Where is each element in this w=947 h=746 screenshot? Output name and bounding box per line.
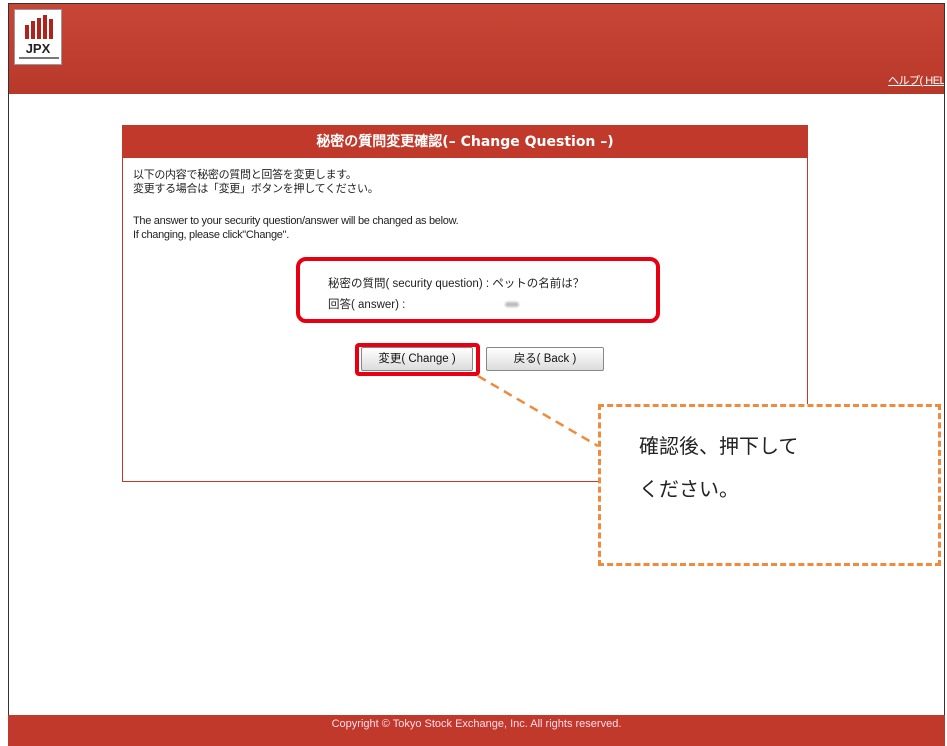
message-jp-line2: 変更する場合は「変更」ボタンを押してください。 <box>133 183 379 195</box>
question-highlight-box <box>296 257 660 323</box>
instruction-callout: 確認後、押下して ください。 <box>598 404 941 566</box>
callout-line1: 確認後、押下して <box>639 434 799 458</box>
message-jp-line1: 以下の内容で秘密の質問と回答を変更します。 <box>133 169 357 181</box>
change-button-highlight <box>355 343 480 376</box>
message-japanese: 以下の内容で秘密の質問と回答を変更します。 変更する場合は「変更」ボタンを押して… <box>133 168 379 196</box>
header-bar: JPX ヘルプ( HELP <box>9 4 944 94</box>
callout-line2: ください。 <box>639 477 739 501</box>
message-en-line1: The answer to your security question/ans… <box>133 215 459 227</box>
message-english: The answer to your security question/ans… <box>133 214 459 242</box>
logo-text: JPX <box>25 41 51 56</box>
back-button[interactable]: 戻る( Back ) <box>486 347 604 371</box>
copyright-text: Copyright © Tokyo Stock Exchange, Inc. A… <box>331 718 622 730</box>
message-en-line2: If changing, please click"Change". <box>133 229 289 241</box>
jpx-logo[interactable]: JPX <box>14 9 62 65</box>
panel-title: 秘密の質問変更確認(– Change Question –) <box>123 126 807 158</box>
help-link[interactable]: ヘルプ( HELP <box>888 72 944 88</box>
logo-subtext <box>19 57 59 59</box>
logo-bars-icon <box>25 15 53 39</box>
footer: Copyright © Tokyo Stock Exchange, Inc. A… <box>8 715 945 746</box>
